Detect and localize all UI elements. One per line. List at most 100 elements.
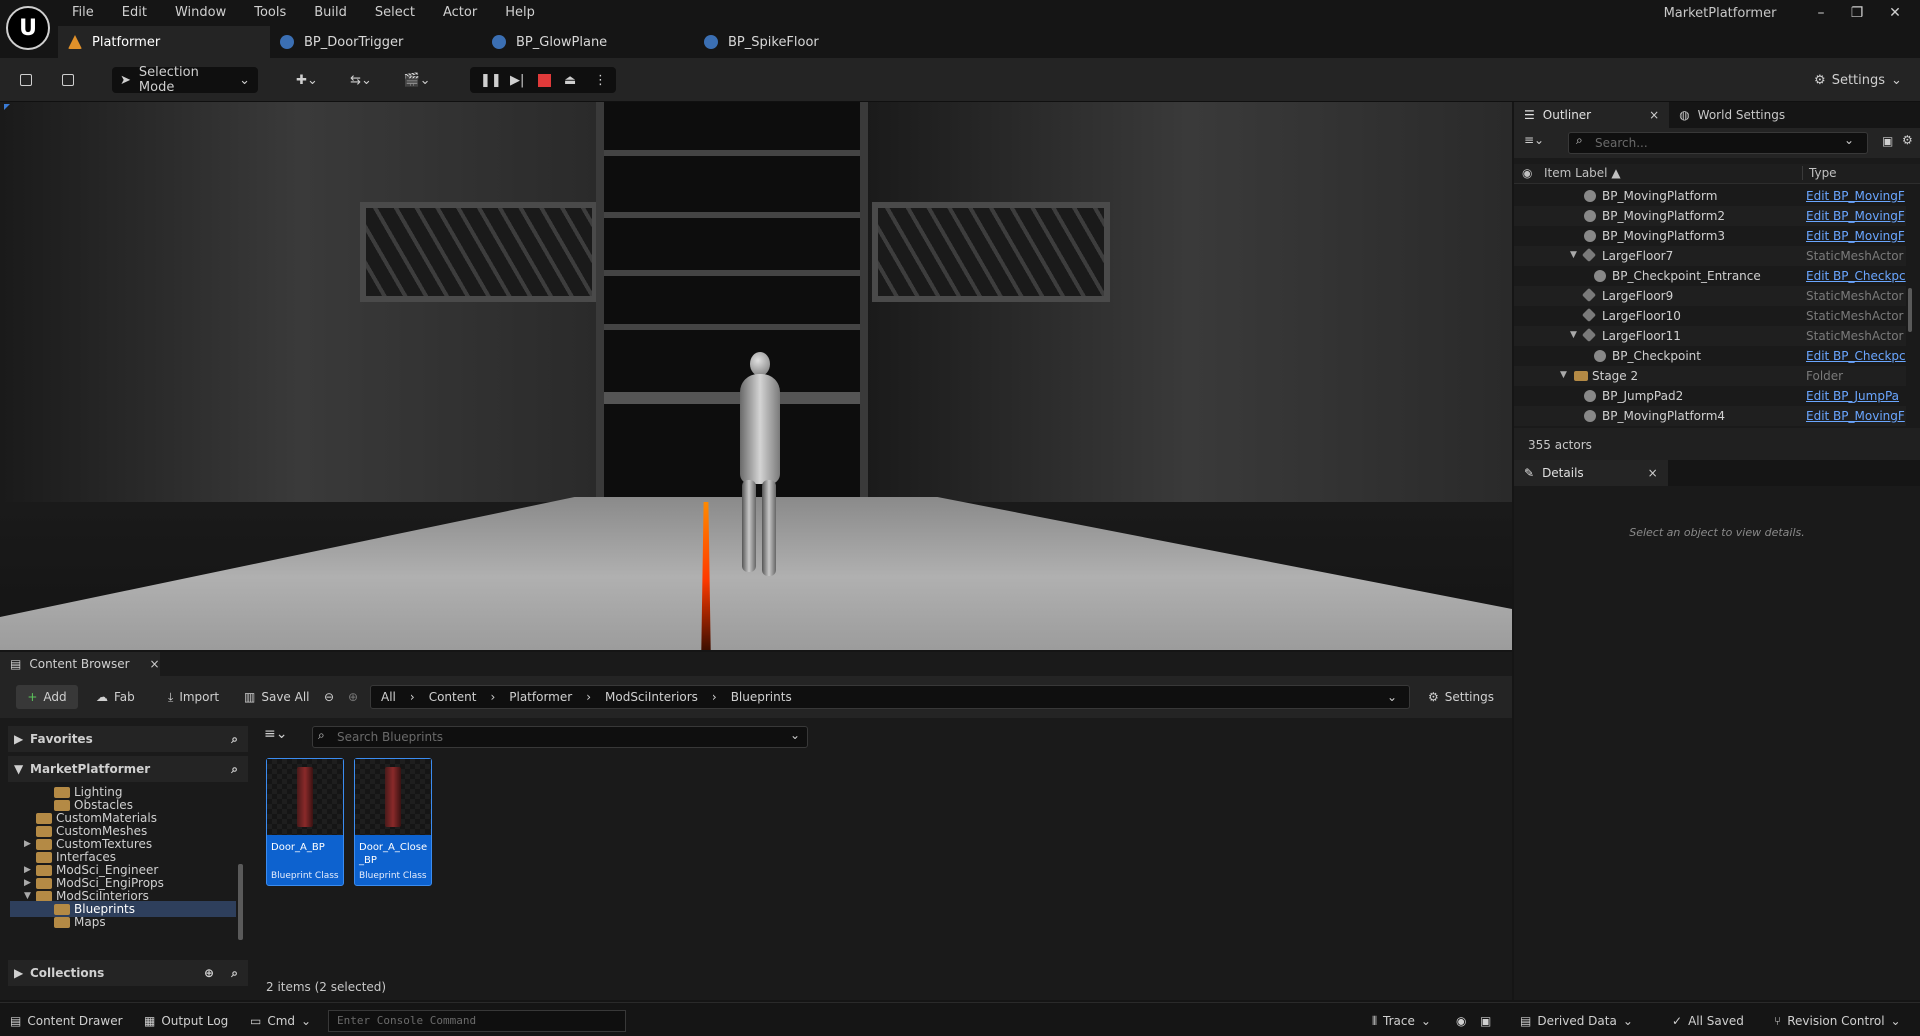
item-label-column[interactable]: Item Label ▲: [1544, 166, 1621, 180]
edit-blueprint-link[interactable]: Edit BP_MovingF: [1806, 189, 1906, 203]
outliner-row[interactable]: LargeFloor10 StaticMeshActor: [1514, 306, 1906, 326]
browse-icon[interactable]: [56, 67, 80, 93]
add-collection-icon[interactable]: ⊕: [204, 966, 214, 980]
outliner-search-input[interactable]: Search...: [1568, 132, 1868, 154]
more-icon[interactable]: ⋮: [594, 73, 607, 88]
add-folder-icon[interactable]: ▣: [1882, 134, 1893, 148]
filter-icon[interactable]: ≡⌄: [264, 726, 308, 748]
unreal-logo-icon[interactable]: U: [6, 6, 50, 50]
outliner-row[interactable]: ▼ LargeFloor11 StaticMeshActor: [1514, 326, 1906, 346]
tab-details[interactable]: ✎ Details ×: [1514, 460, 1668, 486]
edit-blueprint-link[interactable]: Edit BP_Checkpc: [1806, 269, 1906, 283]
tab-bp-doortrigger[interactable]: BP_DoorTrigger: [270, 26, 482, 58]
outliner-row[interactable]: LargeFloor9 StaticMeshActor: [1514, 286, 1906, 306]
outliner-row[interactable]: BP_MovingPlatform Edit BP_MovingF: [1514, 186, 1906, 206]
menu-select[interactable]: Select: [361, 5, 429, 20]
menu-actor[interactable]: Actor: [429, 5, 491, 20]
close-icon[interactable]: ×: [1648, 466, 1658, 480]
edit-blueprint-link[interactable]: Edit BP_Checkpc: [1806, 349, 1906, 363]
chevron-down-icon[interactable]: ⌄: [1844, 133, 1854, 147]
cb-settings-button[interactable]: ⚙ Settings: [1428, 685, 1494, 709]
breadcrumb-item[interactable]: Platformer: [509, 690, 572, 704]
tab-bp-glowplane[interactable]: BP_GlowPlane: [482, 26, 694, 58]
breadcrumb-item[interactable]: ModSciInteriors: [605, 690, 698, 704]
add-button[interactable]: + Add: [16, 685, 78, 709]
level-viewport[interactable]: [0, 102, 1512, 650]
outliner-row[interactable]: BP_MovingPlatform4 Edit BP_MovingF: [1514, 406, 1906, 426]
outliner-row[interactable]: BP_MovingPlatform3 Edit BP_MovingF: [1514, 226, 1906, 246]
close-icon[interactable]: ×: [150, 657, 160, 671]
selection-mode-dropdown[interactable]: ➤ Selection Mode ⌄: [112, 65, 258, 95]
expand-arrow-icon[interactable]: ▼: [1560, 370, 1567, 380]
menu-file[interactable]: File: [58, 5, 108, 20]
tab-world-settings[interactable]: ◍ World Settings: [1669, 102, 1795, 128]
tab-platformer[interactable]: Platformer: [58, 26, 270, 58]
asset-tile[interactable]: Door_A_Close_BP Blueprint Class: [354, 758, 432, 886]
search-icon[interactable]: ⌕: [231, 732, 238, 747]
save-icon[interactable]: [14, 67, 38, 93]
import-button[interactable]: ⤓ Import: [168, 685, 219, 709]
add-actor-icon[interactable]: ✚⌄: [288, 67, 326, 93]
blueprint-menu-icon[interactable]: ⇆⌄: [342, 67, 380, 93]
pause-icon[interactable]: ❚❚: [480, 73, 502, 88]
search-icon[interactable]: ⌕: [231, 966, 238, 981]
chevron-right-icon[interactable]: ›: [586, 690, 591, 704]
edit-blueprint-link[interactable]: Edit BP_MovingF: [1806, 209, 1906, 223]
outliner-row[interactable]: ▼ LargeFloor7 StaticMeshActor: [1514, 246, 1906, 266]
type-column[interactable]: Type: [1802, 166, 1837, 180]
close-window-button[interactable]: ✕: [1880, 2, 1910, 24]
breadcrumb-item[interactable]: Content: [429, 690, 477, 704]
chevron-down-icon[interactable]: ⌄: [790, 728, 800, 742]
filter-icon[interactable]: ≡⌄: [1524, 133, 1544, 147]
breadcrumb-item[interactable]: All: [381, 690, 396, 704]
menu-tools[interactable]: Tools: [240, 5, 300, 20]
outliner-row[interactable]: BP_MovingPlatform2 Edit BP_MovingF: [1514, 206, 1906, 226]
menu-window[interactable]: Window: [161, 5, 240, 20]
blueprint-search-input[interactable]: Search Blueprints: [312, 726, 808, 748]
forward-button[interactable]: ⊕: [348, 685, 358, 709]
breadcrumb-item[interactable]: Blueprints: [731, 690, 792, 704]
tree-scrollbar[interactable]: [238, 864, 243, 940]
tab-bp-spikefloor[interactable]: BP_SpikeFloor: [694, 26, 906, 58]
edit-blueprint-link[interactable]: Edit BP_MovingF: [1806, 229, 1906, 243]
edit-blueprint-link[interactable]: Edit BP_MovingF: [1806, 409, 1906, 423]
close-icon[interactable]: ×: [1649, 108, 1659, 122]
menu-help[interactable]: Help: [491, 5, 549, 20]
derived-data-dropdown[interactable]: ▤ Derived Data ⌄: [1520, 1012, 1633, 1030]
tab-content-browser[interactable]: ▤ Content Browser ×: [0, 652, 160, 676]
outliner-row[interactable]: BP_Checkpoint Edit BP_Checkpc: [1514, 346, 1906, 366]
all-saved-button[interactable]: ✓ All Saved: [1672, 1012, 1744, 1030]
record-icon[interactable]: ◉: [1456, 1012, 1466, 1030]
expand-arrow-icon[interactable]: ▼: [1570, 250, 1577, 260]
outliner-row[interactable]: BP_Checkpoint_Entrance Edit BP_Checkpc: [1514, 266, 1906, 286]
project-section[interactable]: ▼ MarketPlatformer ⌕: [8, 756, 248, 782]
minimize-button[interactable]: –: [1806, 2, 1836, 24]
collections-section[interactable]: ▶ Collections ⊕ ⌕: [8, 960, 248, 986]
cinematics-icon[interactable]: 🎬⌄: [398, 67, 436, 93]
fab-button[interactable]: ☁ Fab: [96, 685, 135, 709]
menu-edit[interactable]: Edit: [108, 5, 161, 20]
folder-maps[interactable]: Maps: [10, 914, 236, 930]
chevron-right-icon[interactable]: ›: [712, 690, 717, 704]
search-icon[interactable]: ⌕: [231, 762, 238, 777]
stop-icon[interactable]: [538, 73, 551, 87]
chevron-right-icon[interactable]: ›: [490, 690, 495, 704]
save-all-button[interactable]: ▥ Save All: [244, 685, 310, 709]
restore-button[interactable]: ❐: [1842, 2, 1872, 24]
cmd-dropdown[interactable]: ▭ Cmd ⌄: [250, 1012, 311, 1030]
outliner-scrollbar[interactable]: [1908, 288, 1912, 332]
chevron-right-icon[interactable]: ›: [410, 690, 415, 704]
trace-dropdown[interactable]: ⫴ Trace ⌄: [1372, 1012, 1431, 1030]
outliner-row[interactable]: ▼ Stage 2 Folder: [1514, 366, 1906, 386]
output-log-button[interactable]: ▦ Output Log: [144, 1012, 228, 1030]
gear-icon[interactable]: ⚙: [1902, 133, 1913, 147]
content-drawer-button[interactable]: ▤ Content Drawer: [10, 1012, 123, 1030]
console-input[interactable]: Enter Console Command: [328, 1010, 626, 1032]
eject-icon[interactable]: ⏏: [564, 73, 576, 88]
menu-build[interactable]: Build: [300, 5, 361, 20]
outliner-row[interactable]: BP_JumpPad2 Edit BP_JumpPa: [1514, 386, 1906, 406]
player-character[interactable]: [728, 352, 792, 577]
settings-button[interactable]: ⚙ Settings ⌄: [1812, 67, 1904, 93]
back-button[interactable]: ⊖: [324, 685, 334, 709]
asset-tile[interactable]: Door_A_BP Blueprint Class: [266, 758, 344, 886]
